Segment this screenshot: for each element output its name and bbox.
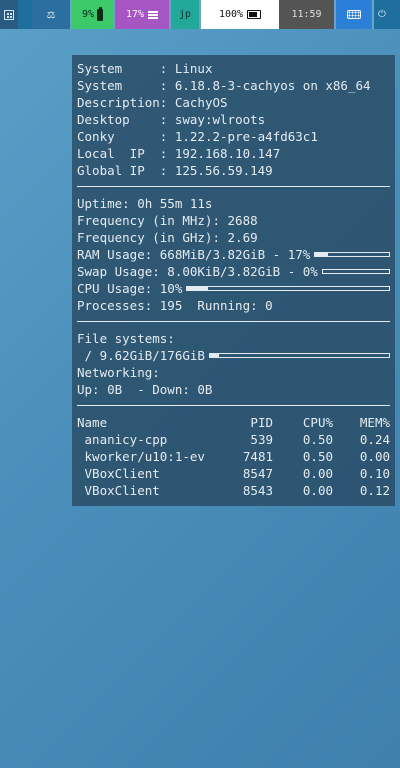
process-name: VBoxClient [77, 483, 160, 498]
process-mem: 0.12 [359, 483, 390, 498]
workspace-icon [4, 9, 14, 20]
language-module[interactable]: jp [171, 0, 199, 29]
divider [77, 321, 390, 322]
header-pid: PID [250, 415, 273, 430]
cpu-usage-label: CPU Usage: 10% [77, 281, 183, 296]
process-pid: 539 [250, 432, 273, 447]
frequency-ghz: Frequency (in GHz): 2.69 [77, 230, 258, 245]
network-traffic: Up: 0B - Down: 0B [77, 382, 213, 397]
info-row-description: Description: CachyOS [77, 95, 228, 110]
process-name: VBoxClient [77, 466, 160, 481]
balance-scale-icon: ⚖ [47, 7, 55, 22]
info-row-conky: Conky : 1.22.2-pre-a4fd63c1 [77, 129, 318, 144]
info-row-local-ip: Local IP : 192.168.10.147 [77, 146, 281, 161]
process-name: ananicy-cpp [77, 432, 168, 447]
filesystems-title: File systems: [77, 331, 175, 346]
process-cpu: 0.50 [302, 449, 333, 464]
divider [77, 186, 390, 187]
ram-usage-row: RAM Usage: 668MiB/3.82GiB - 17% [77, 246, 390, 263]
frequency-mhz: Frequency (in MHz): 2688 [77, 213, 258, 228]
conky-panel: System : Linux System : 6.18.8-3-cachyos… [72, 55, 395, 506]
workspace-button[interactable] [0, 0, 18, 29]
uptime: Uptime: 0h 55m 11s [77, 196, 213, 211]
clock[interactable]: 11:59 [279, 0, 334, 29]
process-mem: 0.10 [359, 466, 390, 481]
swap-usage-row: Swap Usage: 8.00KiB/3.82GiB - 0% [77, 263, 390, 280]
swap-usage-bar [321, 269, 390, 274]
cpu-module[interactable]: 17% [115, 0, 169, 29]
battery-percent: 9% [81, 9, 95, 20]
process-pid: 7481 [242, 449, 273, 464]
table-row: VBoxClient 8547 0.00 0.10 [77, 465, 390, 482]
filesystem-root-row: / 9.62GiB/176GiB [77, 347, 390, 364]
process-table: Name PID CPU% MEM% ananicy-cpp 539 0.50 … [77, 414, 390, 499]
battery-module[interactable]: 9% [72, 0, 113, 29]
info-row-global-ip: Global IP : 125.56.59.149 [77, 163, 273, 178]
table-row: ananicy-cpp 539 0.50 0.24 [77, 431, 390, 448]
info-row-system: System : Linux [77, 61, 213, 76]
keyboard-icon [347, 10, 361, 19]
filesystem-root-bar [208, 353, 390, 358]
processes: Processes: 195 Running: 0 [77, 298, 273, 313]
power-icon: ⏻ [378, 9, 386, 20]
ram-usage-label: RAM Usage: 668MiB/3.82GiB - 17% [77, 247, 311, 262]
divider [77, 405, 390, 406]
process-mem: 0.00 [359, 449, 390, 464]
process-table-header: Name PID CPU% MEM% [77, 414, 390, 431]
cpu-usage-bar [186, 286, 390, 291]
header-name: Name [77, 415, 108, 430]
table-row: kworker/u10:1-ev 7481 0.50 0.00 [77, 448, 390, 465]
filesystem-root-label: / 9.62GiB/176GiB [77, 348, 205, 363]
info-row-desktop: Desktop : sway:wlroots [77, 112, 266, 127]
process-cpu: 0.00 [302, 483, 333, 498]
process-mem: 0.24 [359, 432, 390, 447]
bar-spacer [18, 0, 32, 29]
volume-percent: 100% [218, 9, 244, 20]
power-profile-button[interactable]: ⚖ [32, 0, 70, 29]
cpu-usage-row: CPU Usage: 10% [77, 280, 390, 297]
networking-title: Networking: [77, 365, 160, 380]
swap-usage-label: Swap Usage: 8.00KiB/3.82GiB - 0% [77, 264, 318, 279]
cpu-percent: 17% [125, 9, 145, 20]
battery-icon [97, 6, 104, 21]
top-bar: ⚖ 9% 17% jp 100% 11:59 ⏻ [0, 0, 400, 29]
header-cpu: CPU% [302, 415, 333, 430]
header-mem: MEM% [359, 415, 390, 430]
volume-module[interactable]: 100% [201, 0, 279, 29]
power-button[interactable]: ⏻ [374, 0, 390, 29]
process-pid: 8543 [242, 483, 273, 498]
process-pid: 8547 [242, 466, 273, 481]
ram-usage-bar [314, 252, 390, 257]
keyboard-button[interactable] [336, 0, 372, 29]
battery-level-icon [247, 10, 262, 19]
table-row: VBoxClient 8543 0.00 0.12 [77, 482, 390, 499]
info-row-kernel: System : 6.18.8-3-cachyos on x86_64 [77, 78, 371, 93]
process-name: kworker/u10:1-ev [77, 449, 205, 464]
process-cpu: 0.00 [302, 466, 333, 481]
process-cpu: 0.50 [302, 432, 333, 447]
menu-icon [148, 10, 159, 19]
